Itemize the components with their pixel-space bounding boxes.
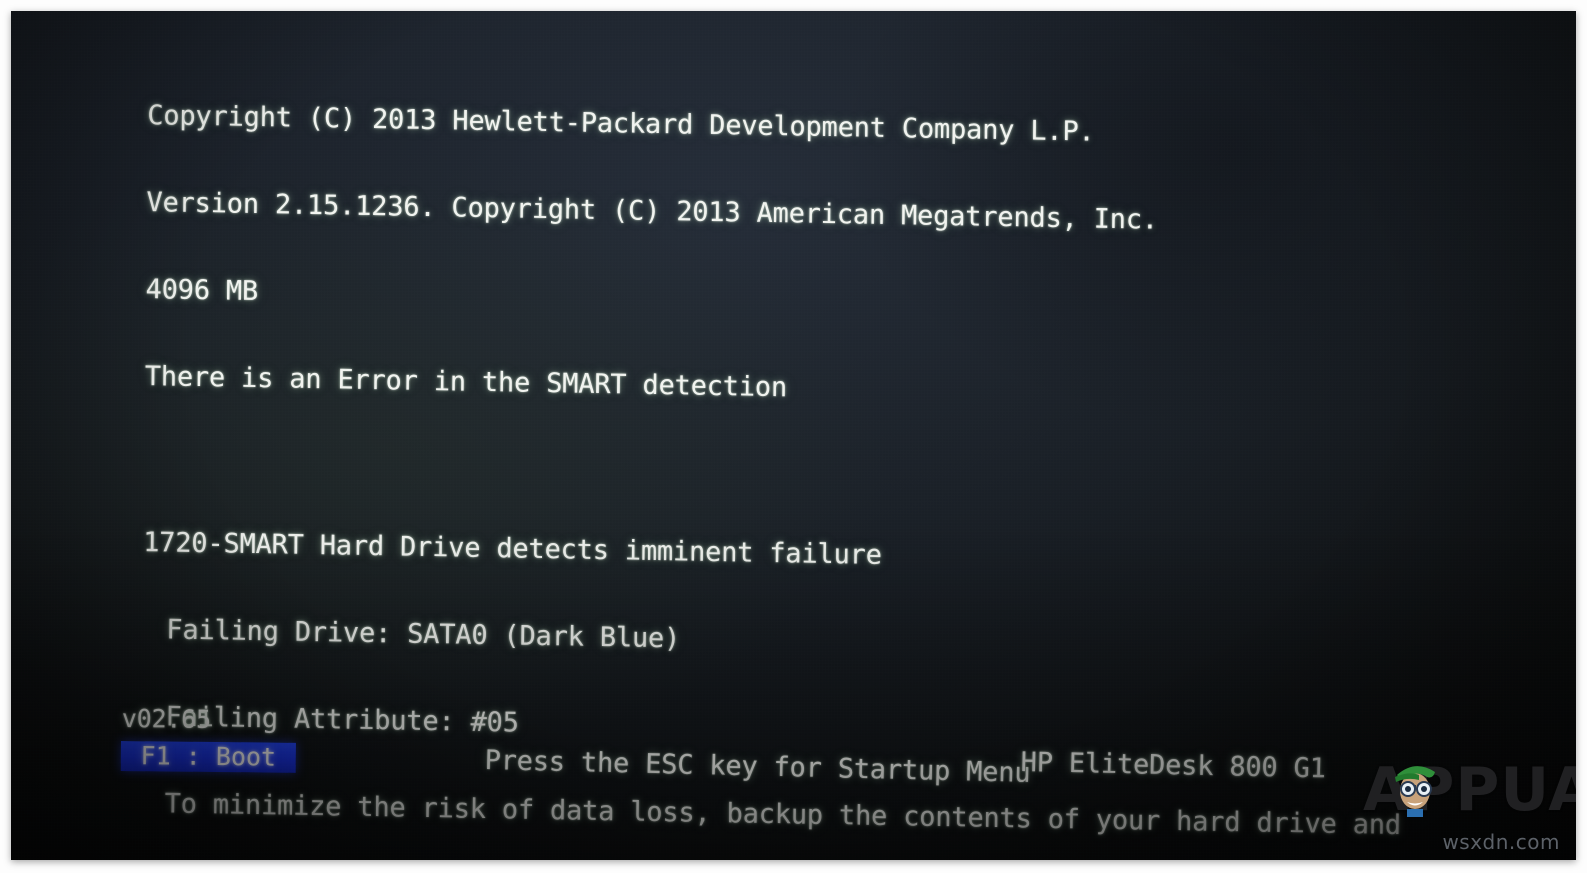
bios-line-memory-size: 4096 MB — [145, 274, 259, 308]
bios-line-1720-code: 1720-SMART Hard Drive detects imminent f… — [143, 527, 882, 571]
bios-line-smart-error: There is an Error in the SMART detection — [144, 361, 788, 404]
source-site-watermark: wsxdn.com — [1442, 830, 1560, 854]
monitor-photo-surface: Copyright (C) 2013 Hewlett-Packard Devel… — [11, 11, 1576, 860]
bios-message-region: Copyright (C) 2013 Hewlett-Packard Devel… — [11, 11, 1576, 860]
bios-line-failing-drive: Failing Drive: SATA0 (Dark Blue) — [166, 614, 681, 655]
bios-text-block: Copyright (C) 2013 Hewlett-Packard Devel… — [139, 43, 1528, 860]
bios-line-version-ami: Version 2.15.1236. Copyright (C) 2013 Am… — [146, 187, 1159, 236]
bios-line-advice-part1: To minimize the risk of data loss, backu… — [164, 788, 1402, 841]
bios-line-spacer — [144, 449, 1524, 494]
bios-line-copyright-hp: Copyright (C) 2013 Hewlett-Packard Devel… — [147, 100, 1095, 148]
bios-post-screen: Copyright (C) 2013 Hewlett-Packard Devel… — [0, 0, 1587, 873]
bios-line-failing-attribute: Failing Attribute: #05 — [165, 701, 519, 739]
